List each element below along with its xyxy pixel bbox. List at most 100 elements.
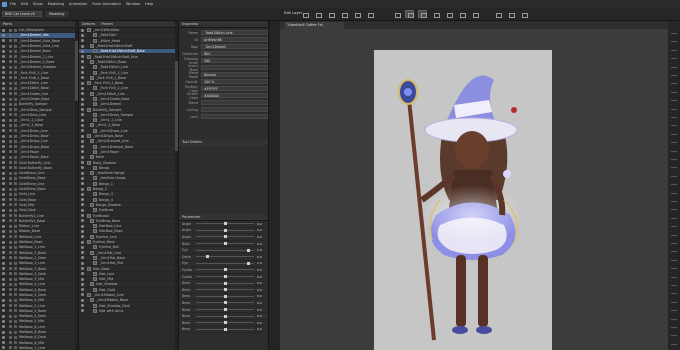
lock-icon[interactable] xyxy=(9,161,12,165)
parameter-slider[interactable] xyxy=(196,314,254,318)
lock-icon[interactable] xyxy=(9,282,12,286)
lock-icon[interactable] xyxy=(9,33,12,37)
visibility-eye-icon[interactable] xyxy=(81,108,84,112)
lock-icon[interactable] xyxy=(9,71,12,75)
lock-icon[interactable] xyxy=(9,314,12,318)
visibility-eye-icon[interactable] xyxy=(2,145,5,149)
parameter-slider[interactable] xyxy=(196,228,254,232)
file-selector[interactable]: BNS Cat Lewie.clt xyxy=(2,11,42,17)
visibility-eye-icon[interactable] xyxy=(2,277,5,281)
lock-icon[interactable] xyxy=(9,81,12,85)
slider-knob[interactable] xyxy=(223,314,227,318)
visibility-eye-icon[interactable] xyxy=(2,161,5,165)
lock-icon[interactable] xyxy=(9,240,12,244)
lock-icon[interactable] xyxy=(9,139,12,143)
prop-value-field[interactable]: _Urm1Dekeel xyxy=(201,44,268,49)
visibility-eye-icon[interactable] xyxy=(2,182,5,186)
lock-icon[interactable] xyxy=(9,272,12,276)
visibility-eye-icon[interactable] xyxy=(2,341,5,345)
lock-icon[interactable] xyxy=(9,145,12,149)
visibility-eye-icon[interactable] xyxy=(81,39,84,43)
lock-icon[interactable] xyxy=(9,277,12,281)
visibility-eye-icon[interactable] xyxy=(2,176,5,180)
slider-knob[interactable] xyxy=(223,308,227,312)
slider-knob[interactable] xyxy=(206,255,210,259)
menu-item-window[interactable]: Window xyxy=(126,2,140,6)
prop-value-field[interactable]: 100 % xyxy=(201,79,268,84)
lock-icon[interactable] xyxy=(9,182,12,186)
eraser-tool-icon[interactable] xyxy=(444,10,453,18)
visibility-eye-icon[interactable] xyxy=(2,304,5,308)
visibility-eye-icon[interactable] xyxy=(81,224,84,228)
parameter-slider[interactable] xyxy=(196,275,254,279)
visibility-eye-icon[interactable] xyxy=(81,214,84,218)
visibility-eye-icon[interactable] xyxy=(81,134,84,138)
lock-icon[interactable] xyxy=(9,187,12,191)
lock-icon[interactable] xyxy=(9,293,12,297)
visibility-eye-icon[interactable] xyxy=(81,65,84,69)
visibility-eye-icon[interactable] xyxy=(81,298,84,302)
lock-icon[interactable] xyxy=(9,219,12,223)
lock-icon[interactable] xyxy=(9,39,12,43)
parameter-slider[interactable] xyxy=(196,281,254,285)
visibility-eye-icon[interactable] xyxy=(2,150,5,154)
visibility-eye-icon[interactable] xyxy=(81,272,84,276)
viewport[interactable]: Tuberlitelli Coffee Fxt xyxy=(280,21,668,350)
parameter-slider[interactable] xyxy=(196,255,254,259)
slider-knob[interactable] xyxy=(223,321,227,325)
deformer-row[interactable]: Hair with Arms xyxy=(79,308,178,315)
parts-scrollbar[interactable] xyxy=(75,21,78,350)
visibility-eye-icon[interactable] xyxy=(81,203,84,207)
visibility-eye-icon[interactable] xyxy=(81,251,84,255)
visibility-eye-icon[interactable] xyxy=(81,33,84,37)
parameter-slider[interactable] xyxy=(196,327,254,331)
visibility-eye-icon[interactable] xyxy=(81,219,84,223)
visibility-eye-icon[interactable] xyxy=(2,155,5,159)
visibility-eye-icon[interactable] xyxy=(2,187,5,191)
visibility-eye-icon[interactable] xyxy=(2,192,5,196)
lock-icon[interactable] xyxy=(9,60,12,64)
visibility-eye-icon[interactable] xyxy=(81,150,84,154)
lock-icon[interactable] xyxy=(9,330,12,334)
lock-icon[interactable] xyxy=(9,192,12,196)
mode-switch[interactable]: Modeling xyxy=(45,11,69,17)
visibility-eye-icon[interactable] xyxy=(81,123,84,127)
visibility-eye-icon[interactable] xyxy=(2,346,5,350)
lock-icon[interactable] xyxy=(9,261,12,265)
visibility-eye-icon[interactable] xyxy=(2,118,5,122)
lock-icon[interactable] xyxy=(9,28,12,32)
visibility-eye-icon[interactable] xyxy=(81,97,84,101)
slider-knob[interactable] xyxy=(223,242,227,246)
slider-knob[interactable] xyxy=(223,268,227,272)
slider-knob[interactable] xyxy=(223,228,227,232)
parameter-slider[interactable] xyxy=(196,248,254,252)
lasso-tool-icon[interactable] xyxy=(418,10,427,18)
lock-icon[interactable] xyxy=(9,208,12,212)
lock-icon[interactable] xyxy=(9,44,12,48)
lock-icon[interactable] xyxy=(9,251,12,255)
lock-icon[interactable] xyxy=(9,298,12,302)
visibility-eye-icon[interactable] xyxy=(81,198,84,202)
visibility-eye-icon[interactable] xyxy=(81,161,84,165)
parameter-slider[interactable] xyxy=(196,321,254,325)
visibility-eye-icon[interactable] xyxy=(2,49,5,53)
parameter-slider[interactable] xyxy=(196,242,254,246)
visibility-eye-icon[interactable] xyxy=(81,81,84,85)
hand-tool-icon[interactable] xyxy=(457,10,466,18)
visibility-eye-icon[interactable] xyxy=(81,102,84,106)
lock-icon[interactable] xyxy=(9,92,12,96)
visibility-eye-icon[interactable] xyxy=(2,224,5,228)
model-canvas[interactable] xyxy=(374,50,552,350)
visibility-eye-icon[interactable] xyxy=(81,71,84,75)
visibility-eye-icon[interactable] xyxy=(81,113,84,117)
visibility-eye-icon[interactable] xyxy=(81,49,84,53)
lock-icon[interactable] xyxy=(9,108,12,112)
visibility-eye-icon[interactable] xyxy=(2,309,5,313)
parameter-slider[interactable] xyxy=(196,222,254,226)
magic-tool-icon[interactable] xyxy=(339,10,348,18)
prop-value-field[interactable]: ArtMesh96 xyxy=(201,37,268,42)
lock-icon[interactable] xyxy=(9,65,12,69)
visibility-eye-icon[interactable] xyxy=(81,55,84,59)
visibility-eye-icon[interactable] xyxy=(81,44,84,48)
tab-parent[interactable]: Parent xyxy=(101,21,113,27)
